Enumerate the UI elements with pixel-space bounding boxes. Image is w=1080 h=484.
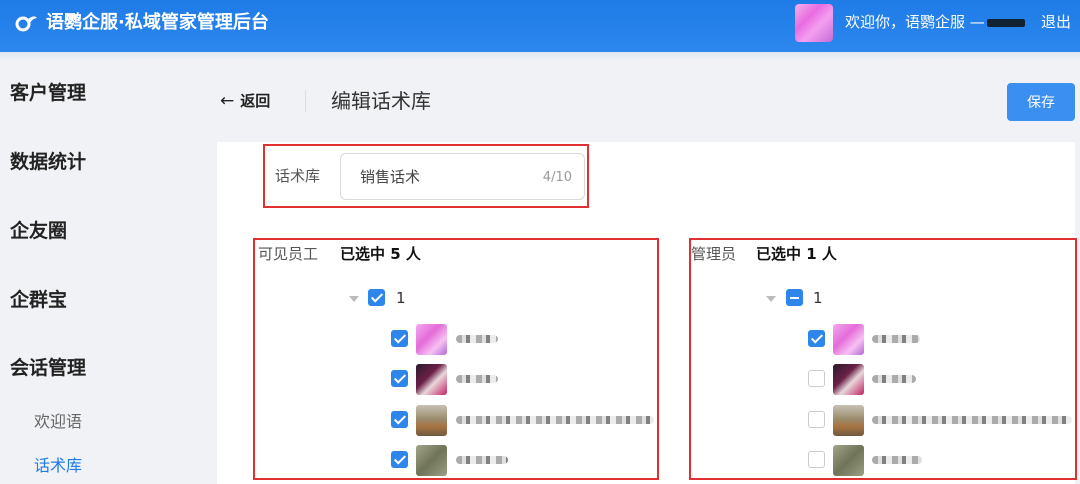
group-checkbox[interactable] <box>368 289 385 306</box>
top-bar: 语鹦企服·私域管家管理后台 欢迎你，语鹦企服 — 退出 <box>0 0 1080 52</box>
redacted-name <box>872 375 916 383</box>
sidebar-item-statistics[interactable]: 数据统计 <box>10 150 86 174</box>
member-checkbox[interactable] <box>808 411 825 428</box>
member-avatar <box>833 445 864 476</box>
user-avatar[interactable] <box>795 4 833 42</box>
page-title: 编辑话术库 <box>331 89 431 113</box>
member-avatar <box>833 405 864 436</box>
admins-label: 管理员 <box>691 245 737 263</box>
redacted-username <box>986 18 1025 27</box>
member-avatar <box>416 445 447 476</box>
sidebar-item-groups[interactable]: 企群宝 <box>10 288 67 312</box>
member-checkbox[interactable] <box>391 370 408 387</box>
sidebar <box>0 60 210 484</box>
collapse-caret-icon[interactable] <box>766 296 776 302</box>
member-checkbox[interactable] <box>808 330 825 347</box>
redacted-name <box>872 416 1072 424</box>
member-checkbox[interactable] <box>391 451 408 468</box>
back-button[interactable]: ← 返回 <box>220 90 270 112</box>
arrow-left-icon: ← <box>220 91 235 111</box>
header-divider <box>305 90 306 112</box>
redacted-name <box>456 335 498 343</box>
member-avatar <box>833 324 864 355</box>
app-title: 语鹦企服·私域管家管理后台 <box>46 12 269 33</box>
member-avatar <box>416 364 447 395</box>
member-avatar <box>416 405 447 436</box>
redacted-name <box>456 456 508 464</box>
redacted-name <box>872 456 922 464</box>
logout-link[interactable]: 退出 <box>1041 12 1071 32</box>
group-label: 1 <box>813 289 823 307</box>
collapse-caret-icon[interactable] <box>349 296 359 302</box>
redacted-name <box>872 335 920 343</box>
logo-icon <box>15 16 37 32</box>
member-checkbox[interactable] <box>808 451 825 468</box>
redacted-name <box>456 416 654 424</box>
visible-staff-label: 可见员工 <box>258 245 319 263</box>
sidebar-subitem-scripts[interactable]: 话术库 <box>34 456 82 476</box>
group-checkbox[interactable] <box>786 289 803 306</box>
admins-count: 已选中 1 人 <box>756 245 837 263</box>
topbar-shadow <box>0 52 1080 60</box>
library-name-value: 销售话术 <box>360 168 421 186</box>
save-button[interactable]: 保存 <box>1007 83 1075 121</box>
sidebar-item-sessions[interactable]: 会话管理 <box>10 356 86 380</box>
redacted-name <box>456 375 498 383</box>
sidebar-item-customer[interactable]: 客户管理 <box>10 81 86 105</box>
group-label: 1 <box>396 289 406 307</box>
sidebar-subitem-welcome[interactable]: 欢迎语 <box>34 412 82 432</box>
member-checkbox[interactable] <box>391 411 408 428</box>
member-checkbox[interactable] <box>808 370 825 387</box>
library-label: 话术库 <box>275 167 321 185</box>
sidebar-item-moments[interactable]: 企友圈 <box>10 219 67 243</box>
back-label: 返回 <box>240 92 271 110</box>
member-avatar <box>833 364 864 395</box>
library-name-input[interactable]: 销售话术 4/10 <box>340 153 585 200</box>
visible-staff-count: 已选中 5 人 <box>340 245 421 263</box>
welcome-text: 欢迎你，语鹦企服 — <box>845 12 1027 32</box>
highlight-visible-staff <box>253 238 659 480</box>
library-char-counter: 4/10 <box>542 170 572 185</box>
highlight-admins <box>689 238 1077 480</box>
member-checkbox[interactable] <box>391 330 408 347</box>
member-avatar <box>416 324 447 355</box>
